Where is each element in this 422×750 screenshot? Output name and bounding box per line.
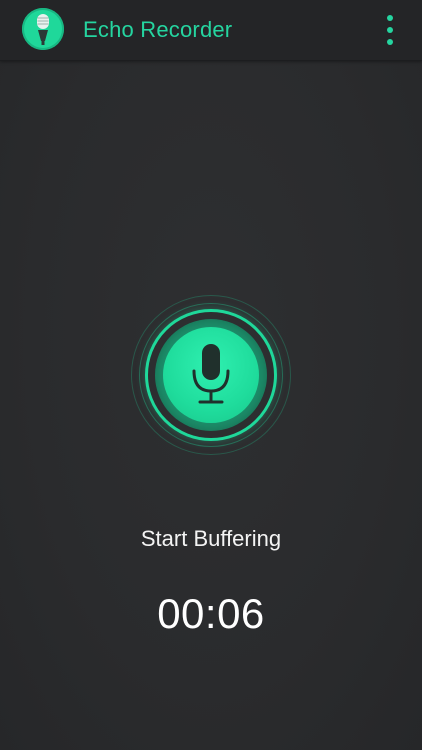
elapsed-timer: 00:06 bbox=[157, 590, 265, 637]
app-logo bbox=[22, 8, 64, 50]
more-vertical-icon-dot bbox=[387, 39, 393, 45]
more-vertical-icon bbox=[387, 15, 393, 21]
app-screen: Echo Recorder Start Buffering 00:06 bbox=[0, 0, 422, 750]
app-title: Echo Recorder bbox=[83, 17, 233, 42]
record-control bbox=[131, 295, 291, 455]
microphone-icon bbox=[37, 14, 49, 45]
top-app-bar: Echo Recorder bbox=[0, 0, 422, 61]
record-button[interactable] bbox=[163, 327, 259, 423]
overflow-menu-button[interactable] bbox=[376, 12, 404, 48]
microphone-icon bbox=[192, 344, 230, 404]
recording-status: Start Buffering bbox=[140, 526, 282, 551]
more-vertical-icon-dot bbox=[387, 27, 393, 33]
